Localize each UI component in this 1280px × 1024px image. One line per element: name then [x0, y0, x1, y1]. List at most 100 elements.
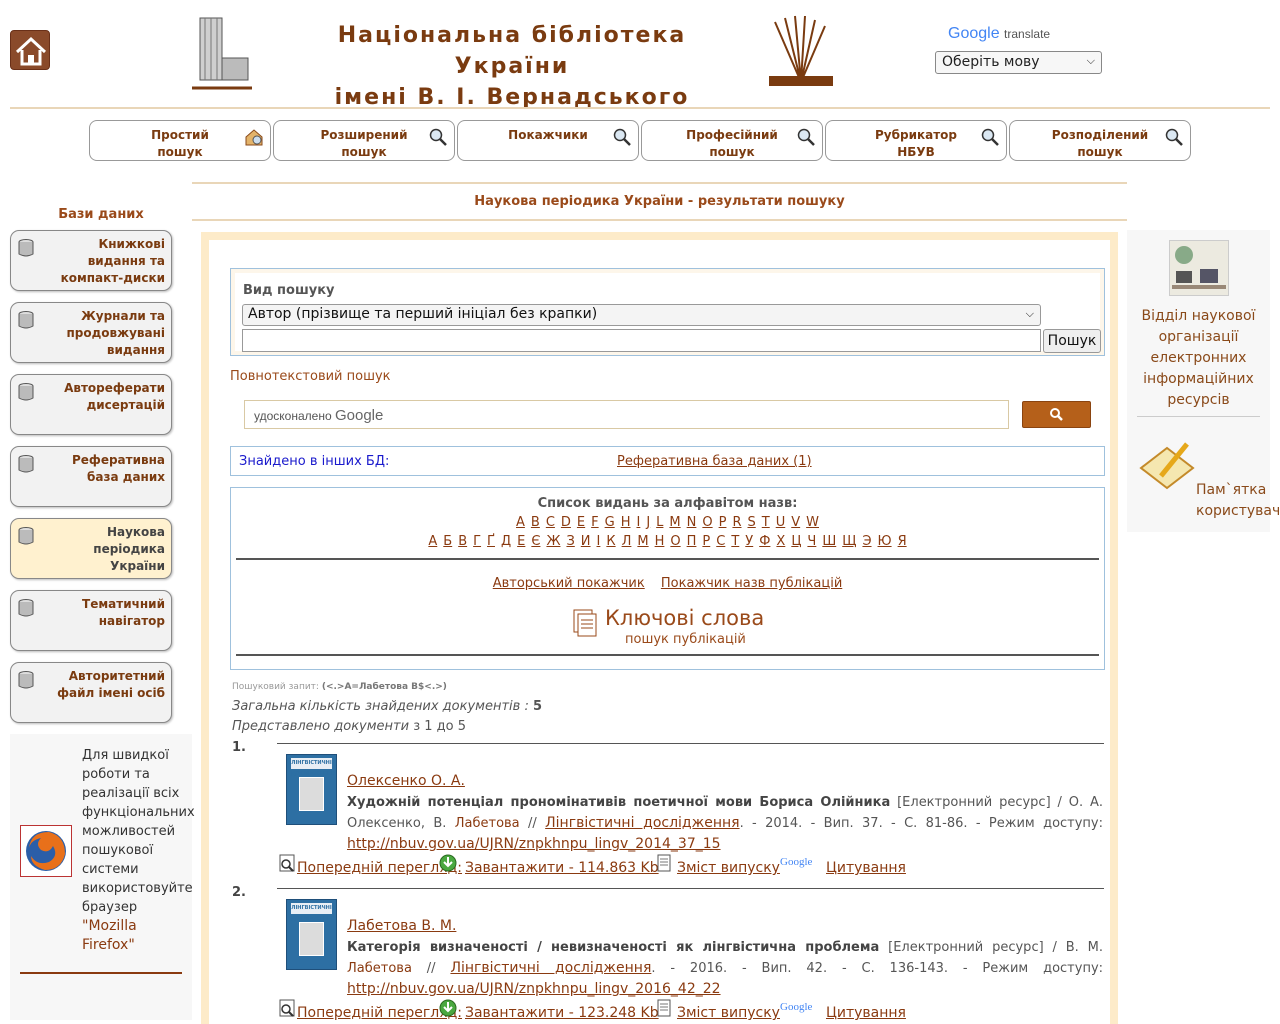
keywords-search-link[interactable]: Ключові слова пошук публікацій [572, 606, 772, 647]
cyrillic-letter-link[interactable]: Ґ [487, 534, 495, 549]
latin-letter-link[interactable]: L [656, 515, 663, 530]
home-button[interactable] [10, 30, 50, 70]
tab-advanced-search[interactable]: Розширений пошук [273, 120, 455, 161]
cyrillic-letter-link[interactable]: Э [862, 534, 871, 549]
sidebar-item-authority[interactable]: Авторитетний файл імені осіб [10, 662, 172, 723]
latin-letter-link[interactable]: U [776, 515, 786, 530]
latin-letter-link[interactable]: W [806, 515, 819, 530]
latin-letter-link[interactable]: C [546, 515, 555, 530]
cyrillic-letter-link[interactable]: И [581, 534, 591, 549]
sidebar-item-abstracts[interactable]: Автореферати дисертацій [10, 374, 172, 435]
tab-indexes[interactable]: Покажчики [457, 120, 639, 161]
search-type-select[interactable]: Автор (прізвище та перший ініціал без кр… [242, 304, 1041, 326]
query-line: Пошуковий запит: (<.>A=Лабетова В$<.>) [232, 682, 447, 692]
latin-letter-link[interactable]: F [591, 515, 598, 530]
language-select[interactable]: Оберіть мову ⌵ [935, 51, 1102, 74]
sidebar-item-books[interactable]: Книжкові видання та компакт-диски [10, 230, 172, 291]
cyrillic-letter-link[interactable]: Ш [822, 534, 836, 549]
cyrillic-letter-link[interactable]: В [458, 534, 467, 549]
journal-cover-image[interactable]: ЛІНГВІСТИЧНІ ДОСЛІДЖЕННЯ [286, 899, 337, 970]
cyrillic-letter-link[interactable]: Є [531, 534, 540, 549]
tab-rubricator[interactable]: Рубрикатор НБУВ [825, 120, 1007, 161]
cyrillic-letter-link[interactable]: Н [655, 534, 665, 549]
cyrillic-letter-link[interactable]: М [637, 534, 648, 549]
cyrillic-letter-link[interactable]: З [566, 534, 574, 549]
cyrillic-letter-link[interactable]: Ю [878, 534, 892, 549]
download-link[interactable]: Завантажити - 123.248 Kb [465, 1005, 659, 1021]
journal-link[interactable]: Лінгвістичні дослідження [450, 960, 651, 976]
cyrillic-letter-link[interactable]: Ф [759, 534, 770, 549]
sidebar-item-thematic[interactable]: Тематичний навігатор [10, 590, 172, 651]
firefox-divider [20, 972, 182, 974]
latin-letter-link[interactable]: I [636, 515, 640, 530]
fulltext-search-input[interactable]: удосконалено Google [244, 400, 1009, 429]
latin-letters: ABCDEFGHIJLMNOPRSTUVW [231, 515, 1104, 530]
cyrillic-letter-link[interactable]: Щ [842, 534, 856, 549]
fulltext-search-button[interactable] [1022, 401, 1091, 428]
latin-letter-link[interactable]: G [605, 515, 615, 530]
result-url-link[interactable]: http://nbuv.gov.ua/UJRN/znpkhnpu_lingv_2… [347, 981, 721, 997]
cyrillic-letter-link[interactable]: І [597, 534, 601, 549]
latin-letter-link[interactable]: A [516, 515, 525, 530]
contents-link[interactable]: Зміст випуску [677, 1005, 780, 1021]
cite-link[interactable]: Цитування [826, 1005, 906, 1021]
cyrillic-letter-link[interactable]: Я [898, 534, 907, 549]
cyrillic-letter-link[interactable]: Б [443, 534, 452, 549]
journal-link[interactable]: Лінгвістичні дослідження [545, 815, 739, 831]
latin-letter-link[interactable]: T [762, 515, 770, 530]
cyrillic-letter-link[interactable]: Х [776, 534, 785, 549]
result-url-link[interactable]: http://nbuv.gov.ua/UJRN/znpkhnpu_lingv_2… [347, 836, 721, 852]
tab-distributed-search[interactable]: Розподілений пошук [1009, 120, 1191, 161]
cyrillic-letter-link[interactable]: С [716, 534, 725, 549]
cyrillic-letter-link[interactable]: Г [473, 534, 481, 549]
user-guide-link[interactable]: Пам`ятка користувача [1132, 480, 1280, 522]
latin-letter-link[interactable]: V [791, 515, 800, 530]
tab-professional-search[interactable]: Професійний пошук [641, 120, 823, 161]
cyrillic-letter-link[interactable]: П [687, 534, 697, 549]
tab-simple-search[interactable]: Простий пошук [89, 120, 271, 161]
latin-letter-link[interactable]: R [732, 515, 741, 530]
cyrillic-letter-link[interactable]: Ж [546, 534, 560, 549]
cyrillic-letter-link[interactable]: Л [622, 534, 632, 549]
firefox-link[interactable]: "Mozilla Firefox" [82, 918, 137, 953]
found-link[interactable]: Реферативна база даних (1) [617, 454, 812, 469]
latin-letter-link[interactable]: E [577, 515, 585, 530]
svg-text:Google: Google [780, 1001, 813, 1013]
cyrillic-letter-link[interactable]: Ч [807, 534, 816, 549]
latin-letter-link[interactable]: O [702, 515, 712, 530]
sidebar-item-referative[interactable]: Реферативна база даних [10, 446, 172, 507]
latin-letter-link[interactable]: B [531, 515, 540, 530]
journal-cover-image[interactable]: ЛІНГВІСТИЧНІ ДОСЛІДЖЕННЯ [286, 754, 337, 825]
department-link[interactable]: Відділ наукової організації електронних … [1132, 306, 1265, 411]
cyrillic-letter-link[interactable]: Ц [791, 534, 801, 549]
sidebar-item-periodicals[interactable]: Наукова періодика України [10, 518, 172, 579]
result-author-link[interactable]: Олексенко О. А. [347, 773, 465, 789]
latin-letter-link[interactable]: J [646, 515, 650, 530]
cyrillic-letter-link[interactable]: Д [501, 534, 511, 549]
contents-link[interactable]: Зміст випуску [677, 860, 780, 876]
found-in-other-dbs: Знайдено в інших БД: Реферативна база да… [230, 446, 1105, 476]
result-author-link[interactable]: Лабетова В. М. [347, 918, 456, 934]
titles-index-link[interactable]: Покажчик назв публікацій [661, 576, 842, 591]
search-button[interactable]: Пошук [1043, 329, 1101, 353]
latin-letter-link[interactable]: M [669, 515, 680, 530]
cyrillic-letter-link[interactable]: Р [702, 534, 710, 549]
latin-letter-link[interactable]: H [621, 515, 631, 530]
department-photo[interactable] [1169, 240, 1229, 296]
sidebar-item-journals[interactable]: Журнали та продовжувані видання [10, 302, 172, 363]
latin-letter-link[interactable]: D [561, 515, 571, 530]
cyrillic-letter-link[interactable]: О [670, 534, 680, 549]
latin-letter-link[interactable]: N [687, 515, 697, 530]
search-input[interactable] [242, 329, 1041, 352]
download-link[interactable]: Завантажити - 114.863 Kb [465, 860, 659, 876]
cyrillic-letter-link[interactable]: К [606, 534, 615, 549]
cyrillic-letter-link[interactable]: Е [517, 534, 525, 549]
cite-link[interactable]: Цитування [826, 860, 906, 876]
latin-letter-link[interactable]: P [719, 515, 727, 530]
author-index-link[interactable]: Авторський покажчик [493, 576, 645, 591]
cyrillic-letter-link[interactable]: А [428, 534, 437, 549]
cyrillic-letter-link[interactable]: Т [731, 534, 739, 549]
cyrillic-letter-link[interactable]: У [745, 534, 753, 549]
firefox-logo-icon[interactable] [20, 825, 72, 877]
latin-letter-link[interactable]: S [748, 515, 756, 530]
